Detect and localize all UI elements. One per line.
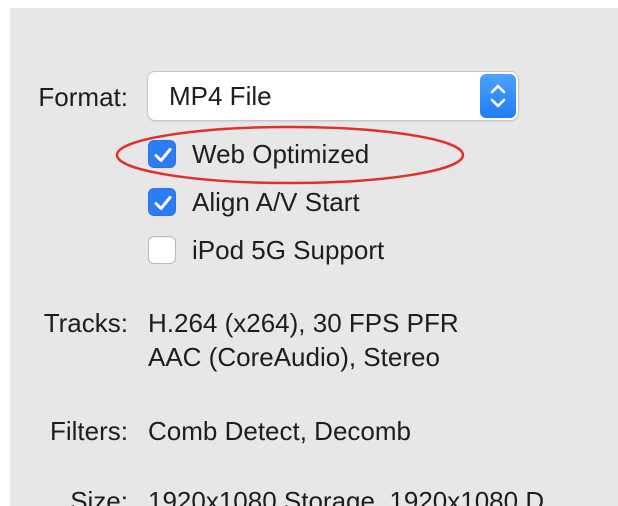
format-label: Format: [38,82,128,112]
format-popup-value: MP4 File [169,81,272,111]
popup-stepper-icon[interactable] [480,74,516,118]
filters-value: Comb Detect, Decomb [148,416,411,446]
web-optimized-checkbox[interactable] [148,140,176,168]
align-av-start-checkbox[interactable] [148,188,176,216]
web-optimized-label: Web Optimized [192,139,370,169]
tracks-audio-value: AAC (CoreAudio), Stereo [148,342,440,372]
tracks-video-value: H.264 (x264), 30 FPS PFR [148,308,459,338]
size-value: 1920x1080 Storage, 1920x1080 D [148,486,545,506]
tracks-label: Tracks: [43,308,128,338]
summary-panel: Format: MP4 File Web Optimized Align A/V… [10,8,618,506]
chevron-up-down-icon [490,84,506,108]
checkmark-icon [154,196,172,210]
checkmark-icon [154,148,172,162]
ipod-5g-support-checkbox[interactable] [148,236,176,264]
size-label: Size: [70,486,128,506]
format-popup[interactable]: MP4 File [148,72,518,120]
filters-label: Filters: [50,416,128,446]
ipod-5g-support-label: iPod 5G Support [192,235,385,265]
align-av-start-label: Align A/V Start [192,187,360,217]
